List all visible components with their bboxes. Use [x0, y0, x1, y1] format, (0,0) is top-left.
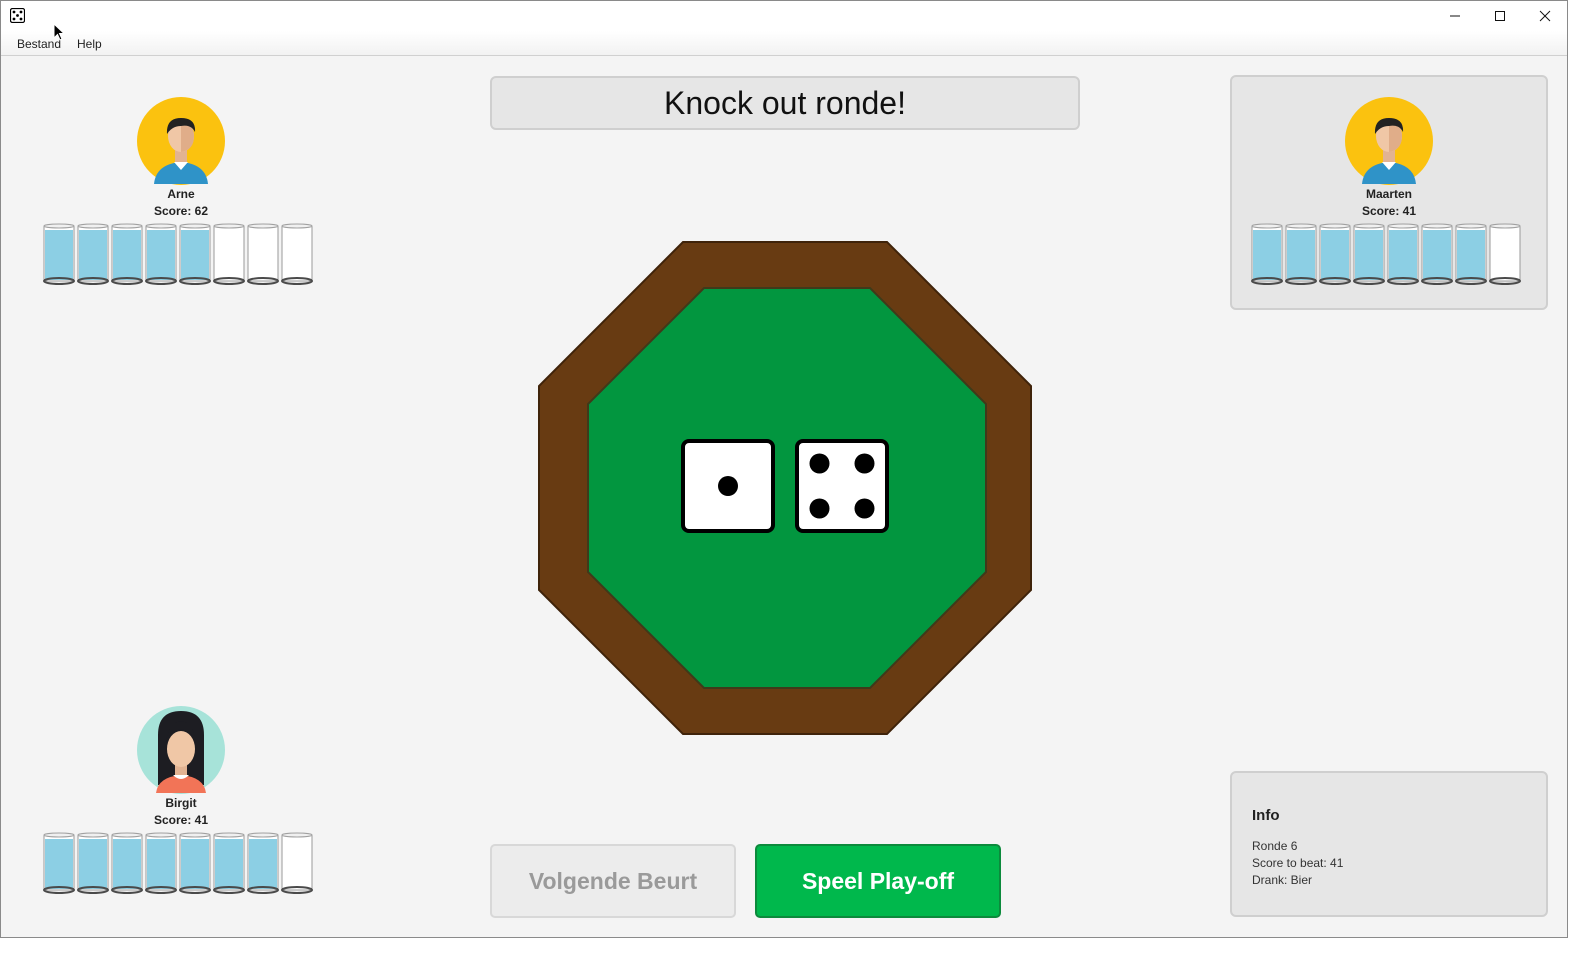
die-pip [854, 498, 875, 519]
full-glass-icon [145, 832, 177, 894]
full-glass-icon [145, 223, 177, 285]
table-felt [587, 287, 987, 689]
maximize-icon [1494, 11, 1505, 21]
minimize-button[interactable] [1432, 1, 1477, 31]
die-1 [681, 439, 775, 533]
die-pip [854, 453, 875, 474]
die-pip [718, 476, 738, 496]
full-glass-icon [77, 223, 109, 285]
game-window: Bestand Help Knock out ronde! Arne Score… [0, 0, 1568, 938]
full-glass-icon [1455, 223, 1487, 285]
minimize-icon [1449, 15, 1460, 17]
full-glass-icon [1251, 223, 1283, 285]
drink-glasses [43, 832, 313, 894]
die-pip [809, 498, 830, 519]
full-glass-icon [213, 832, 245, 894]
full-glass-icon [1353, 223, 1385, 285]
full-glass-icon [1387, 223, 1419, 285]
menu-help[interactable]: Help [77, 37, 102, 51]
player-score: Score: 41 [1361, 204, 1417, 218]
female-avatar-icon [137, 706, 225, 794]
male-avatar-icon [137, 97, 225, 185]
info-title: Info [1252, 807, 1280, 824]
full-glass-icon [1319, 223, 1351, 285]
round-title: Knock out ronde! [490, 76, 1080, 130]
info-panel: Info Ronde 6 Score to beat: 41 Drank: Bi… [1230, 771, 1548, 917]
full-glass-icon [179, 223, 211, 285]
player-name: Arne [167, 187, 195, 201]
empty-glass-icon [1489, 223, 1521, 285]
close-icon [1539, 10, 1550, 22]
empty-glass-icon [247, 223, 279, 285]
die-pip [809, 453, 830, 474]
empty-glass-icon [281, 223, 313, 285]
title-bar [1, 1, 1567, 31]
player-name: Maarten [1365, 187, 1412, 201]
player-score: Score: 41 [153, 813, 209, 827]
drink-glasses [1251, 223, 1521, 285]
full-glass-icon [179, 832, 211, 894]
empty-glass-icon [281, 832, 313, 894]
menu-bar: Bestand Help [1, 31, 1567, 56]
full-glass-icon [43, 832, 75, 894]
player-score: Score: 62 [153, 204, 209, 218]
empty-glass-icon [213, 223, 245, 285]
full-glass-icon [111, 832, 143, 894]
male-avatar-icon [1345, 97, 1433, 185]
dice-app-icon [10, 8, 25, 23]
info-round: Ronde 6 [1252, 839, 1298, 853]
full-glass-icon [1421, 223, 1453, 285]
player-name: Birgit [165, 796, 197, 810]
next-turn-button[interactable]: Volgende Beurt [490, 844, 736, 918]
full-glass-icon [43, 223, 75, 285]
info-drink: Drank: Bier [1252, 873, 1313, 887]
full-glass-icon [1285, 223, 1317, 285]
maximize-button[interactable] [1477, 1, 1522, 31]
close-button[interactable] [1522, 1, 1567, 31]
play-off-button[interactable]: Speel Play-off [755, 844, 1001, 918]
game-table [538, 241, 1032, 735]
drink-glasses [43, 223, 313, 285]
die-2 [795, 439, 889, 533]
full-glass-icon [111, 223, 143, 285]
full-glass-icon [77, 832, 109, 894]
full-glass-icon [247, 832, 279, 894]
mouse-cursor-icon [53, 23, 65, 41]
info-score-to-beat: Score to beat: 41 [1252, 856, 1344, 870]
